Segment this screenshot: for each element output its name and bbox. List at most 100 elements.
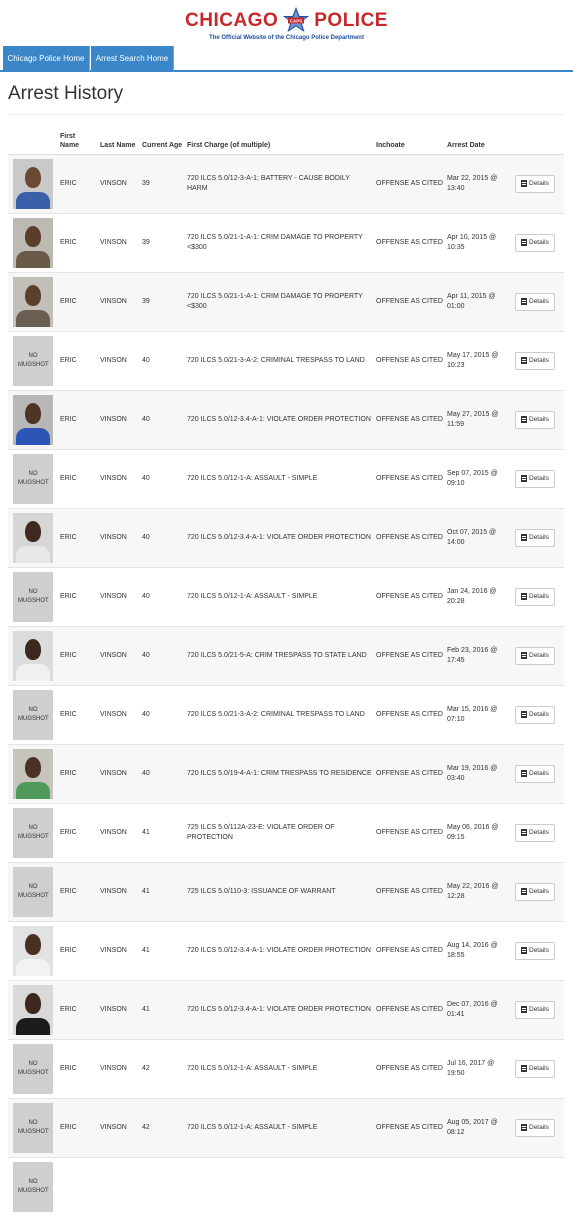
inchoate-cell: OFFENSE AS CITED bbox=[374, 1097, 445, 1157]
photo-cell: NO MUGSHOT bbox=[8, 684, 58, 744]
table-row: ERIC VINSON 39 720 ILCS 5.0/12-3-A-1: BATTE… bbox=[8, 153, 564, 213]
photo-cell bbox=[8, 979, 58, 1039]
table-row: NO MUGSHOT ERIC VINSON 42 720 ILCS 5.0/12-1-… bbox=[8, 1097, 564, 1157]
age-cell: 40 bbox=[140, 566, 185, 626]
details-button-label: Details bbox=[529, 356, 549, 364]
first-name-cell: ERIC bbox=[58, 920, 98, 980]
details-button[interactable]: Details bbox=[515, 764, 555, 783]
actions-cell: Details bbox=[513, 979, 564, 1039]
arrest-date-cell: Mar 19, 2016 @ 03:40 bbox=[445, 743, 513, 803]
table-row: ERIC VINSON 41 720 ILCS 5.0/12-3.4-A-1: VIO… bbox=[8, 920, 564, 980]
document-icon bbox=[521, 829, 527, 836]
details-button[interactable]: Details bbox=[515, 882, 555, 901]
charge-cell: 720 ILCS 5.0/12-3.4-A-1: VIOLATE ORDER P… bbox=[185, 389, 374, 449]
inchoate-cell: OFFENSE AS CITED bbox=[374, 625, 445, 685]
age-cell: 41 bbox=[140, 920, 185, 980]
details-button-label: Details bbox=[529, 887, 549, 895]
age-cell: 40 bbox=[140, 507, 185, 567]
details-button[interactable]: Details bbox=[515, 410, 555, 429]
photo-cell bbox=[8, 625, 58, 685]
first-name-cell: ERIC bbox=[58, 330, 98, 390]
last-name-cell: VINSON bbox=[98, 1097, 140, 1157]
details-button[interactable]: Details bbox=[515, 351, 555, 370]
details-button[interactable]: Details bbox=[515, 1118, 555, 1137]
details-button-label: Details bbox=[529, 474, 549, 482]
details-button[interactable]: Details bbox=[515, 941, 555, 960]
column-header-first-name: First Name bbox=[58, 126, 98, 155]
actions-cell: Details bbox=[513, 684, 564, 744]
details-button[interactable]: Details bbox=[515, 233, 555, 252]
arrest-date-cell: May 27, 2015 @ 11:59 bbox=[445, 389, 513, 449]
mugshot-photo bbox=[13, 984, 53, 1035]
inchoate-cell: OFFENSE AS CITED bbox=[374, 920, 445, 980]
arrest-date-cell: Apr 10, 2015 @ 10:35 bbox=[445, 212, 513, 272]
page-title: Arrest History bbox=[8, 83, 124, 104]
table-row: ERIC VINSON 40 720 ILCS 5.0/12-3.4-A-1: VIO… bbox=[8, 389, 564, 449]
no-mugshot-placeholder: NO MUGSHOT bbox=[13, 571, 53, 622]
charge-cell: 720 ILCS 5.0/12-3.4-A-1: VIOLATE ORDER P… bbox=[185, 507, 374, 567]
details-button[interactable]: Details bbox=[515, 1000, 555, 1019]
last-name-cell: VINSON bbox=[98, 743, 140, 803]
details-button[interactable]: Details bbox=[515, 823, 555, 842]
details-button[interactable]: Details bbox=[515, 587, 555, 606]
charge-cell: 720 ILCS 5.0/12-1-A: ASSAULT - SIMPLE bbox=[185, 566, 374, 626]
charge-cell: 720 ILCS 5.0/21-5-A: CRIM TRESPASS TO ST… bbox=[185, 625, 374, 685]
age-cell: 42 bbox=[140, 1097, 185, 1157]
table-row: ERIC VINSON 39 720 ILCS 5.0/21-1-A-1: CRIM … bbox=[8, 271, 564, 331]
arrest-date-cell: Mar 15, 2016 @ 07:10 bbox=[445, 684, 513, 744]
last-name-cell: VINSON bbox=[98, 566, 140, 626]
table-row: ERIC VINSON 39 720 ILCS 5.0/21-1-A-1: CRIM … bbox=[8, 212, 564, 272]
inchoate-cell: OFFENSE AS CITED bbox=[374, 802, 445, 862]
details-button[interactable]: Details bbox=[515, 705, 555, 724]
charge-cell: 720 ILCS 5.0/19-4-A-1: CRIM TRESPASS TO … bbox=[185, 743, 374, 803]
actions-cell: Details bbox=[513, 566, 564, 626]
photo-cell: NO MUGSHOT bbox=[8, 330, 58, 390]
arrest-date-cell: Dec 07, 2016 @ 01:41 bbox=[445, 979, 513, 1039]
nav-arrest-search-home[interactable]: Arrest Search Home bbox=[91, 46, 174, 72]
inchoate-cell: OFFENSE AS CITED bbox=[374, 448, 445, 508]
arrest-date-cell: Mar 22, 2015 @ 13:40 bbox=[445, 153, 513, 213]
arrest-date-cell: May 22, 2016 @ 12:28 bbox=[445, 861, 513, 921]
arrest-history-table: First Name Last Name Current Age First C… bbox=[8, 126, 564, 1216]
top-navbar: Chicago Police Home Arrest Search Home bbox=[0, 46, 573, 72]
details-button-label: Details bbox=[529, 769, 549, 777]
actions-cell: Details bbox=[513, 861, 564, 921]
first-name-cell: ERIC bbox=[58, 802, 98, 862]
age-cell: 40 bbox=[140, 625, 185, 685]
mugshot-photo bbox=[13, 276, 53, 327]
details-button[interactable]: Details bbox=[515, 469, 555, 488]
table-row: NO MUGSHOT ERIC VINSON 40 720 ILCS 5.0/21-3-… bbox=[8, 330, 564, 390]
site-logo[interactable]: CHICAGO CAPS POLICE bbox=[0, 7, 573, 34]
no-mugshot-placeholder: NO MUGSHOT bbox=[13, 689, 53, 740]
details-button[interactable]: Details bbox=[515, 646, 555, 665]
first-name-cell: ERIC bbox=[58, 1038, 98, 1098]
age-cell: 40 bbox=[140, 389, 185, 449]
no-mugshot-placeholder: NO MUGSHOT bbox=[13, 1102, 53, 1153]
no-mugshot-label: NO MUGSHOT bbox=[18, 352, 49, 368]
document-icon bbox=[521, 652, 527, 659]
details-button[interactable]: Details bbox=[515, 528, 555, 547]
inchoate-cell bbox=[374, 1156, 445, 1216]
details-button-label: Details bbox=[529, 592, 549, 600]
table-row: NO MUGSHOT ERIC VINSON 42 720 ILCS 5.0/12-1-… bbox=[8, 1038, 564, 1098]
details-button[interactable]: Details bbox=[515, 292, 555, 311]
actions-cell: Details bbox=[513, 625, 564, 685]
details-button-label: Details bbox=[529, 1005, 549, 1013]
document-icon bbox=[521, 534, 527, 541]
nav-chicago-police-home[interactable]: Chicago Police Home bbox=[3, 46, 90, 72]
photo-cell bbox=[8, 271, 58, 331]
site-tagline: The Official Website of the Chicago Poli… bbox=[209, 35, 364, 41]
first-name-cell: ERIC bbox=[58, 1097, 98, 1157]
actions-cell: Details bbox=[513, 920, 564, 980]
first-name-cell: ERIC bbox=[58, 507, 98, 567]
age-cell: 39 bbox=[140, 212, 185, 272]
first-name-cell bbox=[58, 1156, 98, 1216]
document-icon bbox=[521, 357, 527, 364]
document-icon bbox=[521, 416, 527, 423]
no-mugshot-placeholder: NO MUGSHOT bbox=[13, 807, 53, 858]
charge-cell: 720 ILCS 5.0/21-1-A-1: CRIM DAMAGE TO PR… bbox=[185, 212, 374, 272]
details-button-label: Details bbox=[529, 297, 549, 305]
details-button[interactable]: Details bbox=[515, 174, 555, 193]
inchoate-cell: OFFENSE AS CITED bbox=[374, 507, 445, 567]
details-button[interactable]: Details bbox=[515, 1059, 555, 1078]
